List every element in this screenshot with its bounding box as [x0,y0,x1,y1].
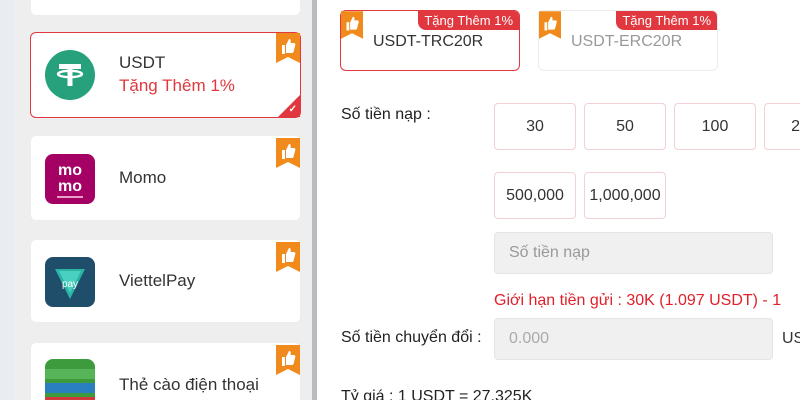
payment-method-name: ViettelPay [119,271,196,290]
payment-method-bonus: Tặng Thêm 1% [119,76,235,95]
thumbs-up-icon [341,11,363,39]
amount-label: Số tiền nạp : [341,106,431,123]
payment-method-name: USDT [119,53,166,72]
convert-label: Số tiền chuyển đổi : [341,329,482,346]
tether-icon [45,50,95,100]
momo-logo: mo mo [45,154,95,204]
convert-unit: US [782,330,800,347]
quick-amount-button[interactable]: 50 [584,103,666,150]
deposit-limit-text: Giới hạn tiền gửi : 30K (1.097 USDT) - 1 [494,292,782,309]
payment-method-viettelpay[interactable]: pay ViettelPay [30,239,301,323]
svg-text:mo: mo [58,178,82,195]
thumbs-up-icon [276,138,300,168]
thumbs-up-icon [276,33,300,63]
payment-method-card-top[interactable] [30,0,301,16]
bonus-badge: Tặng Thêm 1% [616,11,717,30]
phone-card-logo [45,359,95,400]
quick-amount-button[interactable]: 500,000 [494,172,576,219]
network-label: USDT-TRC20R [373,33,484,50]
payment-method-list: USDT Tặng Thêm 1% ✓ mo mo Momo pay Viett… [14,0,312,400]
svg-text:mo: mo [58,162,82,179]
quick-amount-button[interactable]: 30 [494,103,576,150]
check-icon: ✓ [288,104,297,115]
quick-amount-button[interactable]: 2 [764,103,800,150]
network-label: USDT-ERC20R [571,33,683,50]
deposit-form: Tặng Thêm 1% USDT-TRC20R Tặng Thêm 1% US… [317,0,800,400]
payment-method-phone-card[interactable]: Thẻ cào điện thoại [30,342,301,400]
convert-amount-field: 0.000 [494,318,773,360]
thumbs-up-icon [276,242,300,272]
network-option-erc20[interactable]: Tặng Thêm 1% USDT-ERC20R [538,10,718,71]
payment-method-name: Thẻ cào điện thoại [119,375,259,394]
viettelpay-logo: pay [45,257,95,307]
bonus-badge: Tặng Thêm 1% [418,11,519,30]
thumbs-up-icon [276,345,300,375]
exchange-rate-text: Tỷ giá : 1 USDT = 27.325K [341,388,533,400]
thumbs-up-icon [539,11,561,39]
payment-method-momo[interactable]: mo mo Momo [30,135,301,221]
svg-text:pay: pay [62,279,78,290]
quick-amount-button[interactable]: 1,000,000 [584,172,666,219]
payment-method-name: Momo [119,168,167,187]
amount-input[interactable]: Số tiền nạp [494,232,773,274]
left-edge-strip [0,0,14,400]
network-option-trc20[interactable]: Tặng Thêm 1% USDT-TRC20R [340,10,520,71]
payment-method-usdt[interactable]: USDT Tặng Thêm 1% ✓ [30,32,301,118]
quick-amount-button[interactable]: 100 [674,103,756,150]
